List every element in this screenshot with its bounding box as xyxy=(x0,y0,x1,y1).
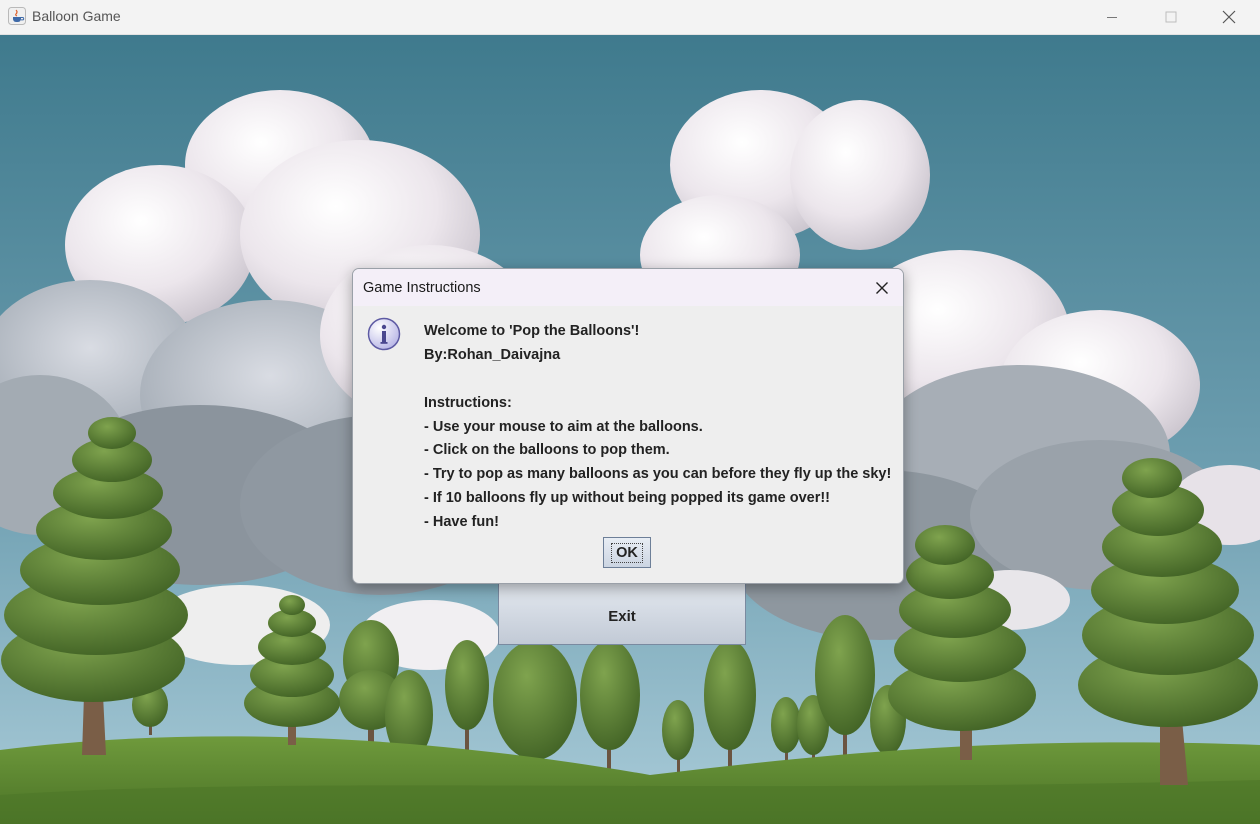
info-icon xyxy=(367,317,401,351)
close-icon xyxy=(876,282,888,294)
ok-button[interactable]: OK xyxy=(603,537,651,568)
message-line: Instructions: xyxy=(424,394,512,411)
message-line: Welcome to 'Pop the Balloons'! xyxy=(424,323,640,339)
dialog-message: Welcome to 'Pop the Balloons'! By:Rohan_… xyxy=(424,320,891,535)
message-line: - Have fun! xyxy=(424,514,499,531)
message-line: - Try to pop as many balloons as you can… xyxy=(424,466,892,483)
window-title: Balloon Game xyxy=(32,8,121,24)
minimize-icon xyxy=(1107,17,1117,18)
message-line: - If 10 balloons fly up without being po… xyxy=(424,490,831,507)
close-window-button[interactable] xyxy=(1200,0,1258,34)
maximize-button[interactable] xyxy=(1142,0,1200,34)
message-line xyxy=(424,368,891,392)
dialog-close-button[interactable] xyxy=(869,275,895,301)
window-titlebar: Balloon Game xyxy=(0,0,1260,35)
java-app-icon xyxy=(8,7,26,25)
exit-button[interactable]: Exit xyxy=(498,583,746,645)
message-line: By:Rohan_Daivajna xyxy=(424,346,561,363)
dialog-title: Game Instructions xyxy=(363,280,481,296)
maximize-icon xyxy=(1165,11,1177,23)
close-icon xyxy=(1222,10,1236,24)
dialog-titlebar: Game Instructions xyxy=(353,269,903,306)
message-line: - Use your mouse to aim at the balloons. xyxy=(424,418,703,435)
message-line: - Click on the balloons to pop them. xyxy=(424,442,670,459)
instructions-dialog: Game Instructions Welcome to 'Pop the Ba… xyxy=(352,268,904,584)
ok-button-label: OK xyxy=(611,542,643,563)
minimize-button[interactable] xyxy=(1083,0,1141,34)
